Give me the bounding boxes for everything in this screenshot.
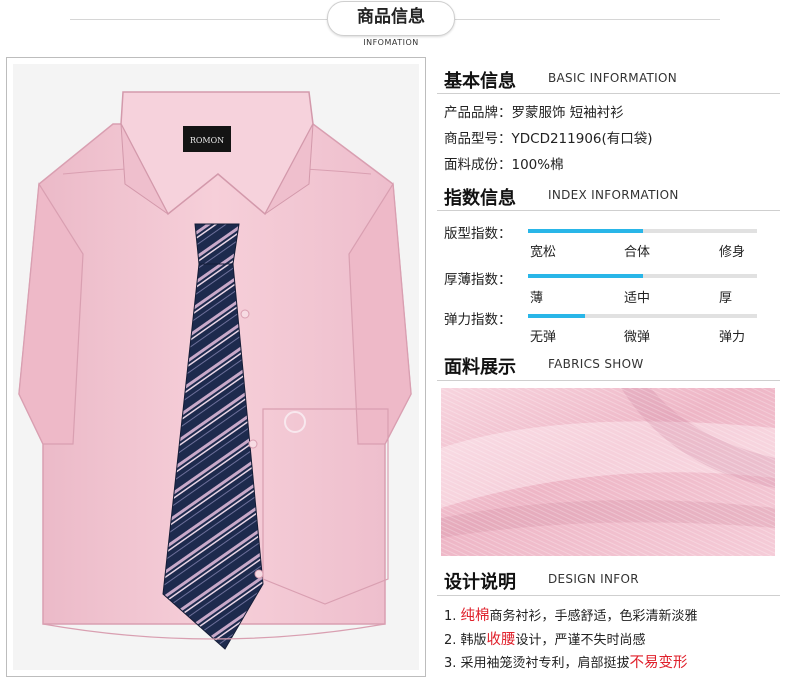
design-item-1-prefix: 1. — [444, 609, 461, 624]
fabrics-title: 面料展示 — [444, 357, 516, 378]
index-fill-stretch — [528, 314, 586, 318]
index-label-thickness: 厚薄指数： — [444, 272, 512, 288]
design-item-2-text: 设计，严谨不失时尚感 — [515, 633, 646, 648]
index-track-fit — [528, 229, 757, 233]
fabric-swatch — [441, 388, 775, 556]
index-tick-thickness-mid: 适中 — [624, 291, 651, 306]
basic-info-title: 基本信息 — [444, 71, 516, 92]
basic-info-divider — [437, 93, 780, 94]
collar-label: ROMON — [190, 136, 224, 145]
fabrics-subtitle: FABRICS SHOW — [548, 357, 644, 371]
index-tick-thickness-high: 厚 — [719, 291, 733, 306]
design-item-1: 1. 纯棉商务衬衫，手感舒适，色彩清新淡雅 — [444, 604, 698, 625]
index-tick-stretch-high: 弹力 — [719, 330, 746, 345]
design-item-3: 3. 采用袖笼烫衬专利，肩部挺拔不易变形 — [444, 651, 688, 672]
index-tick-fit-mid: 合体 — [624, 245, 651, 260]
index-info-title: 指数信息 — [444, 188, 516, 209]
design-divider — [437, 595, 780, 596]
design-item-3-prefix: 3. 采用袖笼烫衬专利，肩部挺拔 — [444, 656, 630, 671]
index-info-divider — [437, 210, 780, 211]
index-tick-stretch-mid: 微弹 — [624, 330, 651, 345]
product-photo-frame: ROMON — [6, 57, 426, 677]
product-fabric: 面料成份：100%棉 — [444, 157, 564, 173]
design-subtitle: DESIGN INFOR — [548, 572, 639, 586]
index-info-subtitle: INDEX INFORMATION — [548, 188, 679, 202]
design-item-2-prefix: 2. 韩版 — [444, 633, 487, 648]
design-item-1-highlight: 纯棉 — [460, 608, 490, 624]
page-subtitle: INFOMATION — [363, 38, 419, 47]
design-item-2-highlight: 收腰 — [486, 632, 516, 648]
product-model: 商品型号：YDCD211906(有口袋) — [444, 131, 653, 147]
basic-info-subtitle: BASIC INFORMATION — [548, 71, 678, 85]
index-track-stretch — [528, 314, 757, 318]
index-label-stretch: 弹力指数： — [444, 312, 512, 328]
index-tick-fit-high: 修身 — [719, 245, 746, 260]
fabrics-divider — [437, 380, 780, 381]
index-label-fit: 版型指数： — [444, 226, 512, 242]
design-title: 设计说明 — [444, 572, 516, 593]
design-item-1-text: 商务衬衫，手感舒适，色彩清新淡雅 — [489, 609, 698, 624]
fabric-swatch-image — [441, 388, 775, 556]
header-line-left — [70, 19, 327, 20]
index-track-thickness — [528, 274, 757, 278]
product-photo: ROMON — [13, 64, 419, 670]
index-tick-thickness-low: 薄 — [530, 291, 544, 306]
design-item-3-highlight: 不易变形 — [629, 655, 688, 671]
index-fill-fit — [528, 229, 643, 233]
header-line-right — [455, 19, 720, 20]
shirt-illustration: ROMON — [18, 91, 412, 650]
page-title: 商品信息 — [357, 7, 425, 27]
index-fill-thickness — [528, 274, 643, 278]
index-tick-fit-low: 宽松 — [530, 245, 557, 260]
design-item-2: 2. 韩版收腰设计，严谨不失时尚感 — [444, 628, 646, 649]
index-tick-stretch-low: 无弹 — [530, 330, 557, 345]
product-brand: 产品品牌：罗蒙服饰 短袖衬衫 — [444, 105, 624, 121]
